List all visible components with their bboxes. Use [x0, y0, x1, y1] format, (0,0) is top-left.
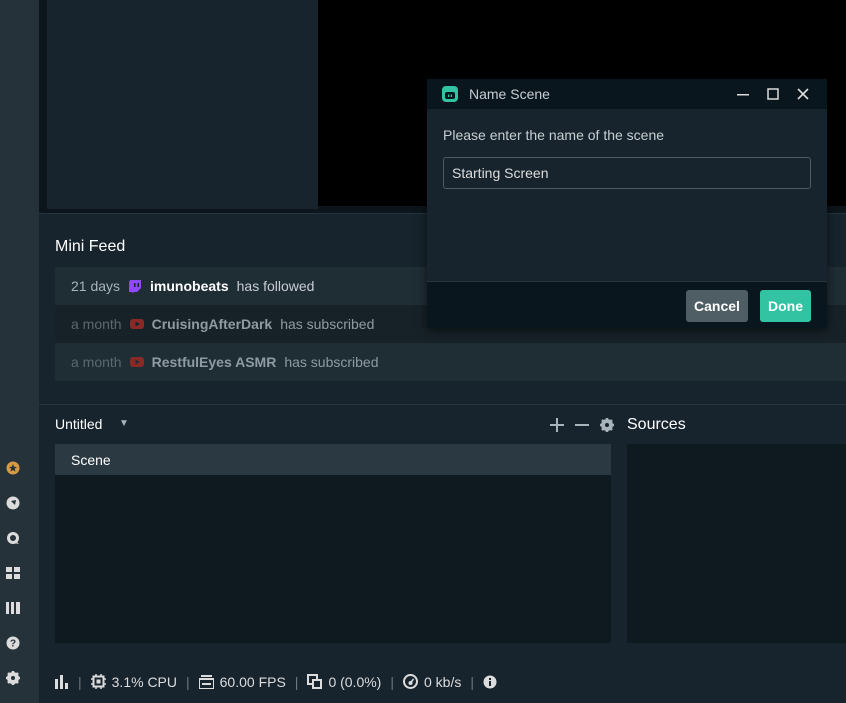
preview-left-panel — [47, 0, 318, 209]
done-button[interactable]: Done — [760, 290, 811, 322]
status-separator: | — [186, 673, 190, 690]
maximize-icon — [767, 88, 779, 100]
chat-icon[interactable] — [5, 530, 21, 546]
feed-item-action: has subscribed — [284, 354, 379, 370]
status-separator: | — [390, 673, 394, 690]
sources-list — [627, 444, 846, 643]
close-icon — [797, 88, 809, 100]
maximize-button[interactable] — [763, 84, 783, 104]
sources-title: Sources — [627, 416, 686, 433]
status-separator: | — [78, 673, 82, 690]
settings-gear-icon[interactable] — [5, 670, 21, 686]
twitch-icon — [128, 279, 142, 293]
scenes-toolbar — [548, 416, 615, 433]
chevron-down-icon[interactable]: ▼ — [119, 418, 129, 429]
bitrate-display: 0 kb/s — [403, 674, 461, 690]
minimize-button[interactable] — [733, 84, 753, 104]
feed-item-username: RestfulEyes ASMR — [151, 354, 277, 370]
scene-name-input[interactable] — [443, 157, 811, 189]
help-icon[interactable]: ? — [5, 635, 21, 651]
fps-icon — [198, 674, 214, 689]
compass-icon[interactable] — [5, 495, 21, 511]
dialog-body: Please enter the name of the scene — [427, 109, 827, 281]
speedometer-icon — [403, 674, 418, 689]
scenes-header: Untitled ▼ — [55, 414, 615, 434]
fps-display: 60.00 FPS — [198, 673, 286, 690]
panel-divider — [39, 404, 846, 405]
cpu-usage: 3.1% CPU — [90, 673, 177, 690]
cpu-value: 3.1% CPU — [111, 673, 177, 690]
feed-item-username: imunobeats — [150, 278, 229, 294]
feed-item-time: 21 days — [71, 278, 121, 294]
dropped-frames-value: 0 (0.0%) — [328, 673, 382, 690]
dropped-frames: 0 (0.0%) — [307, 674, 381, 690]
scene-collection-name[interactable]: Untitled — [55, 416, 102, 432]
status-bar: | 3.1% CPU | 60.00 FPS | 0 (0.0%) | 0 kb… — [39, 660, 846, 703]
feed-item-action: has followed — [236, 278, 315, 294]
gear-icon — [599, 417, 614, 432]
mini-feed-title: Mini Feed — [55, 238, 126, 255]
bitrate-value: 0 kb/s — [424, 673, 462, 690]
info-icon[interactable] — [483, 675, 497, 689]
performance-chart-icon[interactable] — [55, 674, 69, 689]
dialog-footer: Cancel Done — [427, 281, 827, 328]
feed-item-action: has subscribed — [280, 316, 375, 332]
dialog-titlebar[interactable]: Name Scene — [427, 79, 827, 109]
streamlabs-logo-icon — [442, 86, 458, 102]
status-separator: | — [470, 673, 474, 690]
columns-icon[interactable] — [5, 600, 21, 616]
minus-icon — [574, 423, 589, 426]
dialog-title: Name Scene — [469, 86, 550, 102]
close-button[interactable] — [793, 84, 813, 104]
youtube-icon — [129, 355, 144, 369]
scenes-list: Scene — [55, 444, 611, 643]
scene-settings-button[interactable] — [598, 416, 615, 433]
cpu-icon — [90, 674, 106, 689]
dropped-frames-icon — [307, 674, 323, 689]
status-separator: | — [294, 673, 299, 690]
fps-value: 60.00 FPS — [219, 673, 286, 690]
plus-icon — [549, 417, 564, 432]
star-badge-icon[interactable] — [5, 460, 21, 476]
add-scene-button[interactable] — [548, 416, 565, 433]
youtube-icon — [129, 317, 144, 331]
name-scene-dialog: Name Scene Please enter the name of the … — [427, 79, 827, 328]
scene-name-prompt: Please enter the name of the scene — [443, 127, 665, 143]
remove-scene-button[interactable] — [573, 416, 590, 433]
feed-item-username: CruisingAfterDark — [151, 316, 273, 332]
cancel-button[interactable]: Cancel — [686, 290, 748, 322]
left-sidebar: ? — [0, 0, 39, 703]
feed-item-time: a month — [71, 354, 122, 370]
feed-item-time: a month — [71, 316, 122, 332]
svg-text:?: ? — [10, 639, 16, 650]
scene-item[interactable]: Scene — [55, 444, 611, 475]
minimize-icon — [737, 94, 749, 96]
feed-item[interactable]: a month RestfulEyes ASMR has subscribed — [55, 343, 846, 381]
layout-grid-icon[interactable] — [5, 565, 21, 581]
